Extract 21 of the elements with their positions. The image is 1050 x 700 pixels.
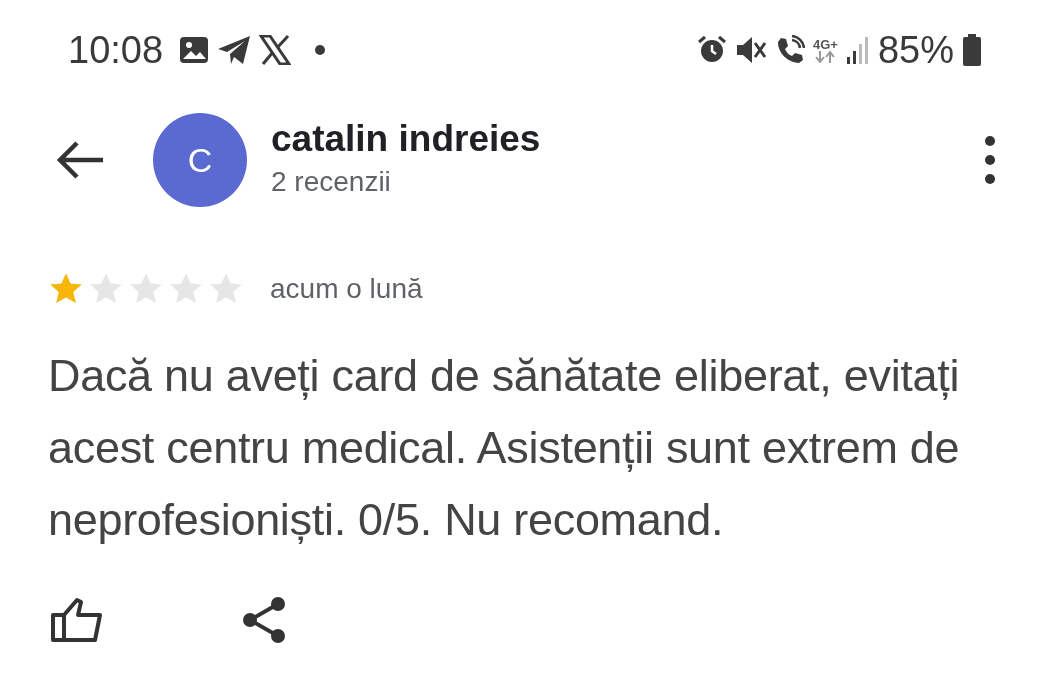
dot-icon [315,45,326,55]
review-date: acum o lună [270,272,423,306]
data-arrows-icon [814,50,837,63]
review-text: Dacă nu aveți card de sănătate eliberat, evitați acest centru medical. Asistenții sunt extrem de neprofesioniști. 0/5. Nu recomand. [47,349,961,547]
status-time: 10:08 [68,27,164,73]
avatar: C [153,113,247,207]
send-icon [217,35,252,65]
battery-level: 85% [877,27,954,73]
signal-icon [845,35,870,65]
like-button[interactable] [50,597,104,643]
image-icon [179,36,210,64]
reviewer-name: catalin indreies [271,116,541,161]
x-icon [259,35,292,65]
mute-icon [735,35,767,65]
alarm-icon [697,35,727,65]
back-button[interactable] [55,140,105,180]
network-type: 4G+ [813,37,838,51]
share-button[interactable] [240,596,288,644]
call-icon [775,35,805,65]
battery-icon [962,34,982,66]
review-count: 2 recenzii [271,165,392,200]
